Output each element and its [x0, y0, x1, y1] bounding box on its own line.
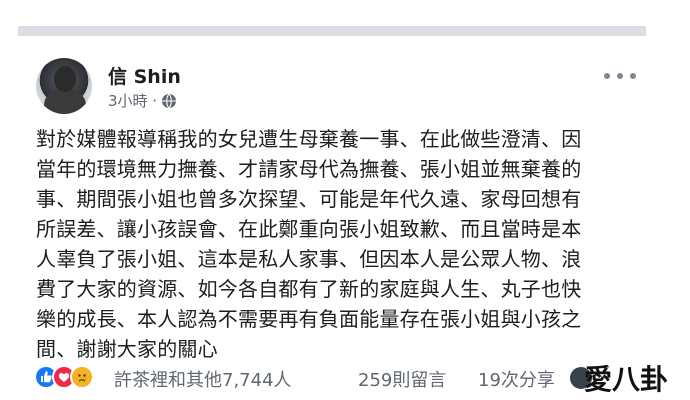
globe-icon[interactable]: [161, 93, 177, 109]
share-count[interactable]: 19次分享: [478, 366, 555, 392]
post-header: 信 Shin 3小時 ·: [36, 58, 656, 114]
more-options-icon[interactable]: [604, 68, 636, 84]
more-dot: [630, 73, 636, 79]
sad-icon: [70, 365, 94, 389]
post-footer: 許茶裡和其他7,744人 259則留言 19次分享 愛八卦: [34, 359, 690, 397]
post-text-line: 所誤差、讓小孩誤會、在此鄭重向張小姐致歉、而且當時是本: [36, 217, 582, 241]
top-bar: [0, 0, 690, 40]
watermark-logo: 愛八卦: [584, 359, 690, 397]
watermark-text: 愛八卦: [584, 363, 669, 396]
more-dot: [617, 73, 623, 79]
post-timestamp[interactable]: 3小時 ·: [108, 90, 157, 111]
post-text-line: 費了大家的資源、如今各自都有了新的家庭與人生、丸子也快: [36, 277, 582, 301]
post-text-line: 當年的環境無力撫養、才請家母代為撫養、張小姐並無棄養的: [36, 157, 582, 181]
post-text-line: 對於媒體報導稱我的女兒遭生母棄養一事、在此做些澄清、因: [36, 127, 582, 151]
reaction-count[interactable]: 許茶裡和其他7,744人: [114, 366, 292, 392]
post-text-line: 人辜負了張小姐、這本是私人家事、但因本人是公眾人物、浪: [36, 247, 582, 271]
post-meta: 3小時 ·: [108, 90, 177, 111]
author-name[interactable]: 信 Shin: [108, 62, 181, 89]
avatar-head-shape: [54, 66, 76, 92]
reaction-icons[interactable]: [34, 365, 94, 389]
post-text-line: 事、期間張小姐也曾多次探望、可能是年代久遠、家母回想有: [36, 187, 582, 211]
post-text: 對於媒體報導稱我的女兒遭生母棄養一事、在此做些澄清、因 當年的環境無力撫養、才請…: [36, 124, 662, 364]
post-text-line: 樂的成長、本人認為不需要再有負面能量存在張小姐與小孩之: [36, 307, 582, 331]
post-text-line: 間、謝謝大家的關心: [36, 337, 218, 361]
comment-count[interactable]: 259則留言: [358, 366, 446, 392]
author-avatar[interactable]: [36, 58, 92, 114]
more-dot: [604, 73, 610, 79]
top-divider: [18, 26, 646, 36]
